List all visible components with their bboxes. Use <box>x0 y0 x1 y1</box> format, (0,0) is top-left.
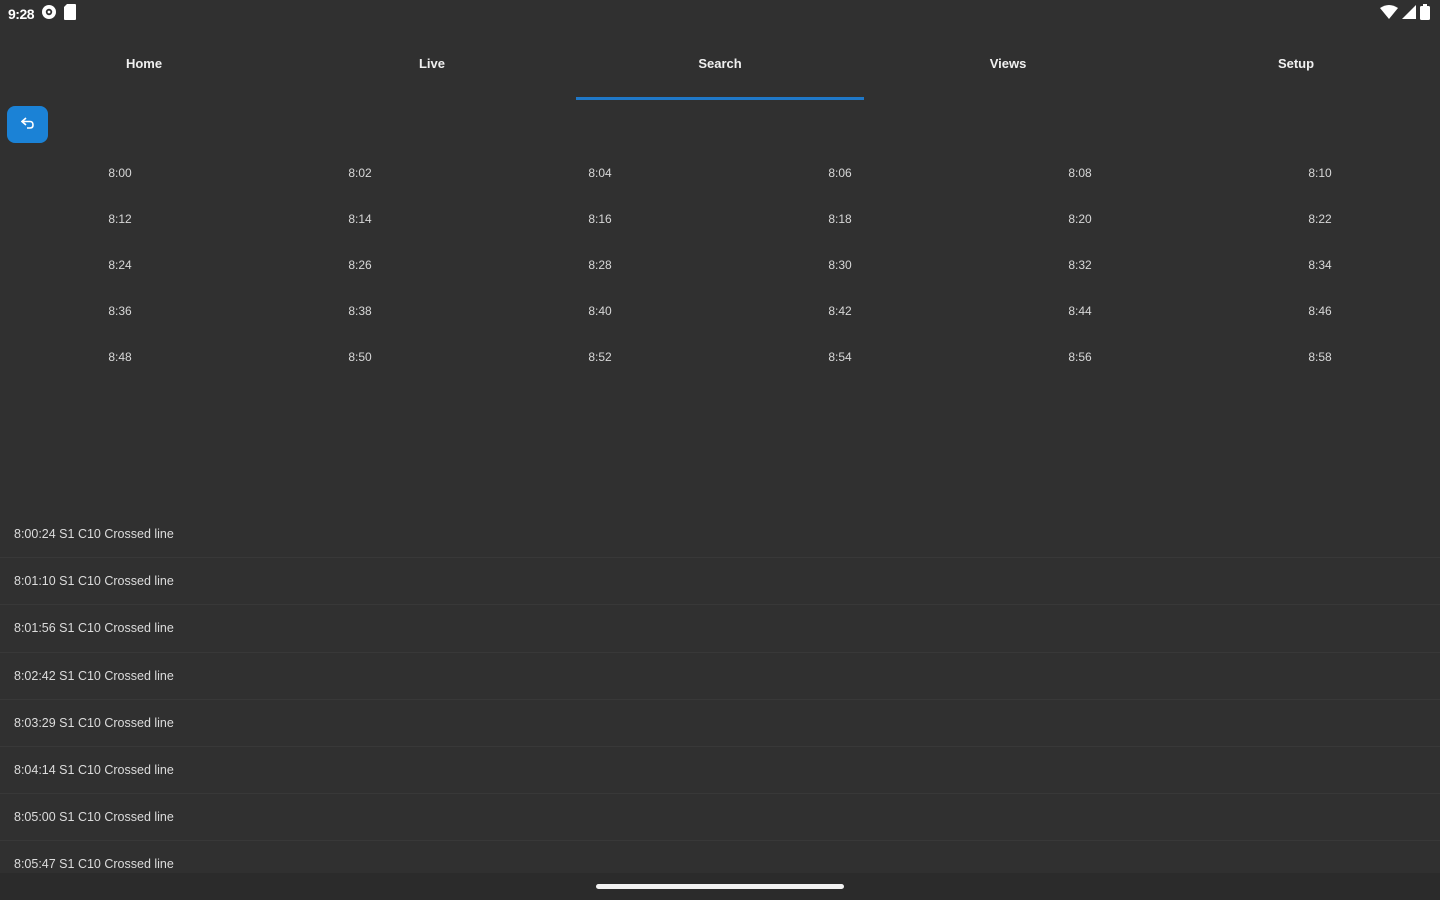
events-list: 8:00:24 S1 C10 Crossed line 8:01:10 S1 C1… <box>0 511 1440 873</box>
time-slot[interactable]: 8:02 <box>240 150 480 196</box>
time-slot[interactable]: 8:26 <box>240 242 480 288</box>
time-slot[interactable]: 8:38 <box>240 288 480 334</box>
time-slot[interactable]: 8:06 <box>720 150 960 196</box>
status-time: 9:28 <box>8 6 35 22</box>
time-slot[interactable]: 8:34 <box>1200 242 1440 288</box>
time-slot[interactable]: 8:00 <box>0 150 240 196</box>
time-slot[interactable]: 8:50 <box>240 334 480 380</box>
tab-label: Search <box>698 56 742 71</box>
back-arrow-icon <box>20 116 35 134</box>
time-slot[interactable]: 8:56 <box>960 334 1200 380</box>
time-slot[interactable]: 8:20 <box>960 196 1200 242</box>
tab-label: Views <box>989 56 1027 71</box>
battery-icon <box>1420 3 1430 25</box>
time-slot[interactable]: 8:46 <box>1200 288 1440 334</box>
time-slot[interactable]: 8:28 <box>480 242 720 288</box>
tab-label: Home <box>125 56 163 71</box>
event-row[interactable]: 8:02:42 S1 C10 Crossed line <box>0 653 1440 700</box>
time-slot[interactable]: 8:44 <box>960 288 1200 334</box>
time-slot[interactable]: 8:16 <box>480 196 720 242</box>
status-bar-left: 9:28 <box>8 3 77 25</box>
active-tab-indicator <box>576 97 864 100</box>
time-slot[interactable]: 8:42 <box>720 288 960 334</box>
time-slot[interactable]: 8:24 <box>0 242 240 288</box>
time-slot[interactable]: 8:08 <box>960 150 1200 196</box>
time-slot[interactable]: 8:48 <box>0 334 240 380</box>
status-bar: 9:28 <box>0 0 1440 28</box>
cell-signal-icon <box>1402 4 1416 24</box>
time-slot[interactable]: 8:12 <box>0 196 240 242</box>
tab-views[interactable]: Views <box>864 40 1152 100</box>
event-row[interactable]: 8:03:29 S1 C10 Crossed line <box>0 700 1440 747</box>
tab-bar: Home Live Search Views Setup <box>0 40 1440 100</box>
time-slot[interactable]: 8:58 <box>1200 334 1440 380</box>
sd-card-icon <box>64 3 77 25</box>
time-slot[interactable]: 8:10 <box>1200 150 1440 196</box>
back-button[interactable] <box>7 106 48 143</box>
navigation-bar <box>0 873 1440 900</box>
gesture-handle[interactable] <box>596 884 844 889</box>
settings-gear-icon <box>41 4 57 25</box>
event-row[interactable]: 8:01:56 S1 C10 Crossed line <box>0 605 1440 653</box>
tab-live[interactable]: Live <box>288 40 576 100</box>
event-row[interactable]: 8:01:10 S1 C10 Crossed line <box>0 558 1440 606</box>
event-row[interactable]: 8:05:00 S1 C10 Crossed line <box>0 794 1440 842</box>
time-slot[interactable]: 8:14 <box>240 196 480 242</box>
status-bar-right <box>1380 3 1430 25</box>
tab-label: Setup <box>1277 56 1315 71</box>
tab-setup[interactable]: Setup <box>1152 40 1440 100</box>
wifi-icon <box>1380 4 1398 24</box>
event-row[interactable]: 8:00:24 S1 C10 Crossed line <box>0 511 1440 559</box>
time-slot[interactable]: 8:04 <box>480 150 720 196</box>
time-slot-grid: 8:00 8:02 8:04 8:06 8:08 8:10 8:12 8:14 8:16 8:18… <box>0 150 1440 380</box>
time-slot[interactable]: 8:30 <box>720 242 960 288</box>
time-slot[interactable]: 8:32 <box>960 242 1200 288</box>
tab-home[interactable]: Home <box>0 40 288 100</box>
time-slot[interactable]: 8:22 <box>1200 196 1440 242</box>
time-slot[interactable]: 8:40 <box>480 288 720 334</box>
time-slot[interactable]: 8:54 <box>720 334 960 380</box>
tab-label: Live <box>418 56 445 71</box>
time-slot[interactable]: 8:36 <box>0 288 240 334</box>
event-row[interactable]: 8:05:47 S1 C10 Crossed line <box>0 841 1440 873</box>
time-slot[interactable]: 8:18 <box>720 196 960 242</box>
event-row[interactable]: 8:04:14 S1 C10 Crossed line <box>0 747 1440 795</box>
tab-search[interactable]: Search <box>576 40 864 100</box>
time-slot[interactable]: 8:52 <box>480 334 720 380</box>
